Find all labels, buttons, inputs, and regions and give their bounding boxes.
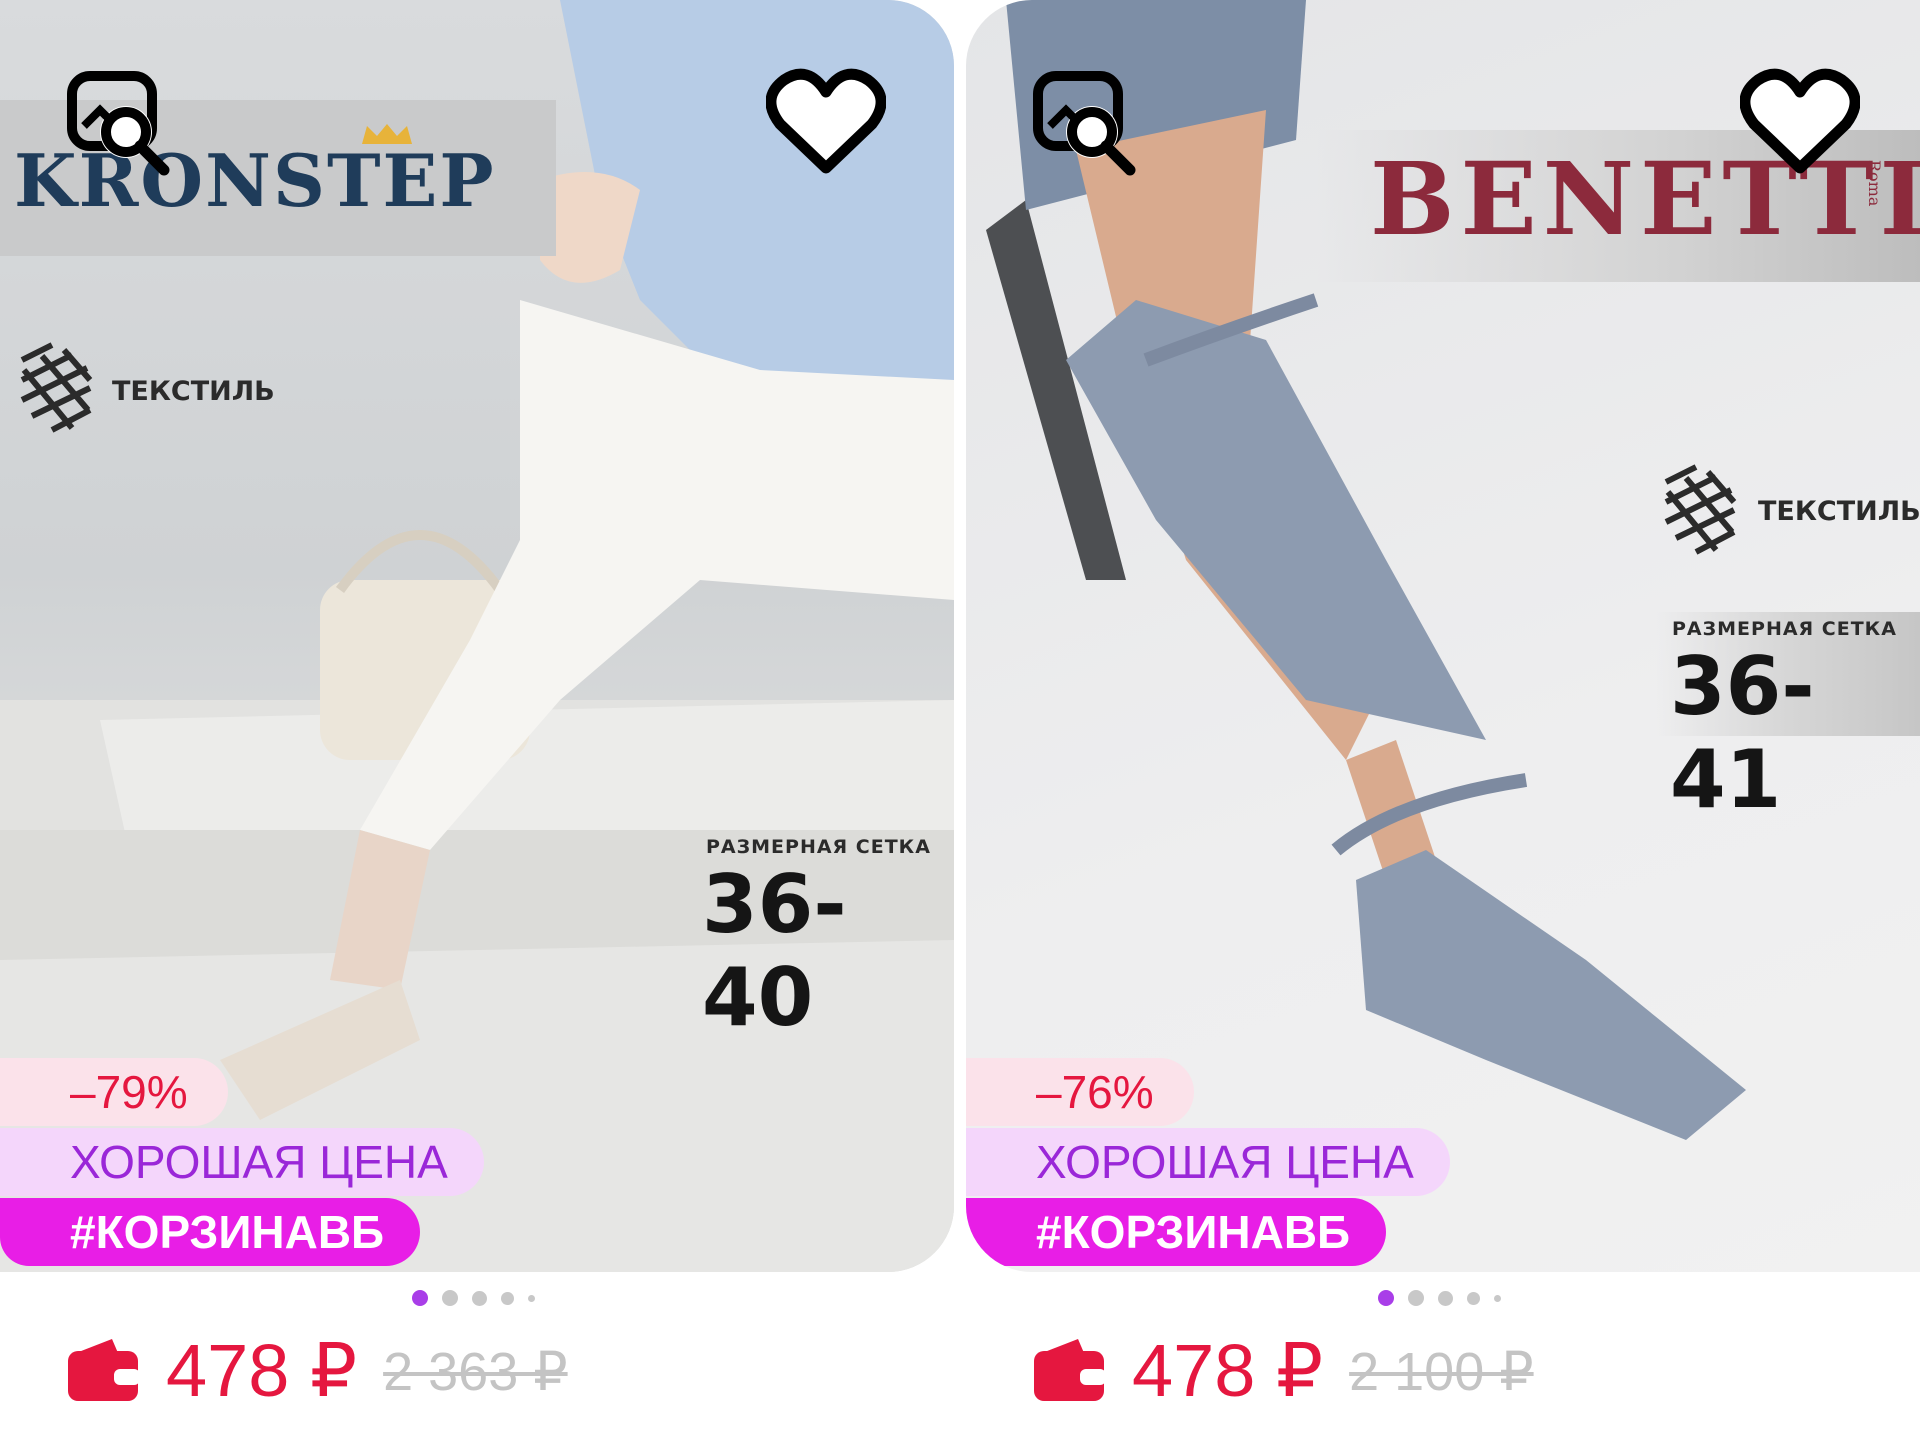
discount-badge: –79%: [0, 1058, 228, 1126]
product-photo[interactable]: KRONSTEP ТЕКСТИЛЬ РАЗМЕРНАЯ СЕТКА 36-40 …: [0, 0, 954, 1272]
carousel-dot-active[interactable]: [412, 1290, 428, 1306]
product-card-kronstep[interactable]: KRONSTEP ТЕКСТИЛЬ РАЗМЕРНАЯ СЕТКА 36-40 …: [0, 0, 954, 1454]
size-chart-title: РАЗМЕРНАЯ СЕТКА: [706, 836, 931, 858]
carousel-dot[interactable]: [1438, 1290, 1453, 1306]
good-price-badge: ХОРОШАЯ ЦЕНА: [966, 1128, 1450, 1196]
carousel-dot[interactable]: [472, 1290, 487, 1306]
carousel-dot-active[interactable]: [1378, 1290, 1394, 1306]
carousel-dot[interactable]: [1408, 1290, 1424, 1306]
wallet-icon: [68, 1339, 140, 1401]
good-price-badge: ХОРОШАЯ ЦЕНА: [0, 1128, 484, 1196]
carousel-indicator[interactable]: [412, 1290, 535, 1306]
current-price: 478 ₽: [1132, 1329, 1324, 1412]
product-photo[interactable]: BENETTI Roma ТЕКСТИЛЬ РАЗМЕРНАЯ СЕТКА 36…: [966, 0, 1920, 1272]
material-label: ТЕКСТИЛЬ: [112, 376, 275, 407]
promo-tag-badge: #КОРЗИНАВБ: [0, 1198, 421, 1266]
heart-icon[interactable]: [1740, 68, 1860, 178]
material-label: ТЕКСТИЛЬ: [1758, 496, 1920, 527]
carousel-dot[interactable]: [528, 1294, 535, 1302]
heart-icon[interactable]: [766, 68, 886, 178]
product-card-benetti[interactable]: BENETTI Roma ТЕКСТИЛЬ РАЗМЕРНАЯ СЕТКА 36…: [966, 0, 1920, 1454]
size-range: 36-41: [1670, 640, 1815, 826]
textile-icon: [1664, 464, 1737, 555]
carousel-indicator[interactable]: [1378, 1290, 1501, 1306]
current-price: 478 ₽: [166, 1329, 358, 1412]
carousel-dot[interactable]: [1467, 1291, 1480, 1305]
price-row: 478 ₽ 2 100 ₽: [1032, 1328, 1534, 1414]
image-search-icon[interactable]: [1032, 70, 1142, 178]
image-search-icon[interactable]: [66, 70, 176, 178]
brand-logo-subtitle: Roma: [1865, 160, 1884, 207]
wallet-icon: [1034, 1339, 1106, 1401]
size-range: 36-40: [702, 858, 847, 1044]
price-row: 478 ₽ 2 363 ₽: [66, 1328, 568, 1414]
textile-icon: [20, 342, 93, 433]
old-price: 2 363 ₽: [383, 1341, 568, 1402]
old-price: 2 100 ₽: [1349, 1341, 1534, 1402]
carousel-dot[interactable]: [442, 1290, 458, 1306]
carousel-dot[interactable]: [501, 1291, 514, 1305]
discount-badge: –76%: [966, 1058, 1194, 1126]
size-chart-title: РАЗМЕРНАЯ СЕТКА: [1672, 618, 1897, 640]
promo-tag-badge: #КОРЗИНАВБ: [966, 1198, 1387, 1266]
carousel-dot[interactable]: [1494, 1294, 1501, 1302]
